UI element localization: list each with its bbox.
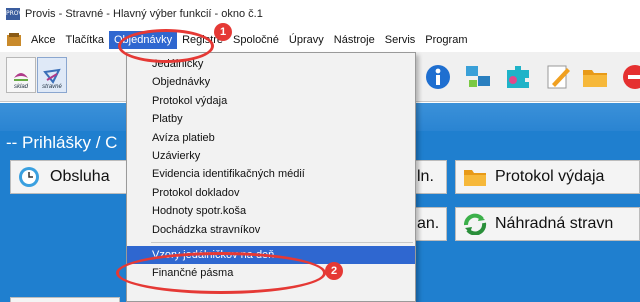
toolbar-sklad-button[interactable]: sklad xyxy=(6,57,36,93)
info-icon[interactable] xyxy=(423,62,453,92)
menu-upravy[interactable]: Úpravy xyxy=(284,31,329,49)
recycle-icon xyxy=(464,213,487,235)
menuitem-platby[interactable]: Platby xyxy=(127,110,415,128)
menuitem-protokol-vydaja[interactable]: Protokol výdaja xyxy=(127,92,415,110)
menuitem-evidencia-medii[interactable]: Evidencia identifikačných médií xyxy=(127,165,415,183)
sklad-icon xyxy=(14,73,28,81)
tile-protokol-vydaja-label: Protokol výdaja xyxy=(495,168,605,185)
tile-nahradna-stravna-label: Náhradná stravn xyxy=(495,215,614,232)
tile-an-label: an. xyxy=(417,215,440,232)
menu-bar: Akce Tlačítka Objednávky Registre Spoloč… xyxy=(0,28,640,52)
menuitem-dochadzka-stravnikov[interactable]: Dochádzka stravníkov xyxy=(127,221,415,239)
network-icon[interactable] xyxy=(463,62,493,92)
tile-obsluha-label: Obsluha xyxy=(50,168,110,185)
menuitem-protokol-dokladov[interactable]: Protokol dokladov xyxy=(127,184,415,202)
menu-nastroje[interactable]: Nástroje xyxy=(329,31,380,49)
menuitem-financne-pasma[interactable]: Finančné pásma xyxy=(127,264,415,282)
menu-akce[interactable]: Akce xyxy=(26,31,60,49)
app-icon: PROVIS xyxy=(6,8,28,20)
objednavky-dropdown: Jedálničky Objednávky Protokol výdaja Pl… xyxy=(126,52,416,302)
menu-tlacitka[interactable]: Tlačítka xyxy=(60,31,109,49)
folder-icon[interactable] xyxy=(580,62,610,92)
edit-icon[interactable] xyxy=(543,62,573,92)
window-title: Provis - Stravné - Hlavný výber funkcií … xyxy=(25,8,263,20)
tile-partial[interactable] xyxy=(10,297,120,302)
menu-separator xyxy=(151,241,413,243)
toolbar-stravne-button[interactable]: stravné xyxy=(37,57,67,93)
menuitem-uzavierky[interactable]: Uzávierky xyxy=(127,147,415,165)
stop-icon[interactable] xyxy=(620,62,640,92)
toolbar-stravne-label: stravné xyxy=(42,84,62,90)
puzzle-icon[interactable] xyxy=(503,62,533,92)
tile-protokol-vydaja[interactable]: Protokol výdaja xyxy=(455,160,640,194)
menu-spolocne[interactable]: Spoločné xyxy=(228,31,284,49)
menuitem-jedalnicky[interactable]: Jedálničky xyxy=(127,55,415,73)
menu-objednavky[interactable]: Objednávky xyxy=(108,31,178,49)
tile-ln-label: ln. xyxy=(417,168,434,185)
callout-badge-1: 1 xyxy=(214,23,232,41)
menu-servis[interactable]: Servis xyxy=(380,31,421,49)
toolbar-sklad-label: sklad xyxy=(13,84,28,90)
title-bar: PROVIS Provis - Stravné - Hlavný výber f… xyxy=(0,0,640,28)
menuitem-vzory-jedalnickov[interactable]: Vzory jedálničkov na deň xyxy=(127,245,415,265)
callout-badge-2: 2 xyxy=(325,262,343,280)
menuitem-aviza-platieb[interactable]: Avíza platieb xyxy=(127,129,415,147)
stravne-icon xyxy=(43,68,61,84)
menu-program[interactable]: Program xyxy=(420,31,472,49)
menuitem-hodnoty-spotr-kosa[interactable]: Hodnoty spotr.koša xyxy=(127,202,415,220)
tile-nahradna-stravna[interactable]: Náhradná stravn xyxy=(455,207,640,241)
menu-app-icon[interactable] xyxy=(6,32,22,48)
menuitem-objednavky[interactable]: Objednávky xyxy=(127,73,415,91)
section-title: -- Prihlášky / C xyxy=(6,133,118,152)
clock-icon xyxy=(19,167,39,187)
folder-icon xyxy=(464,170,486,186)
